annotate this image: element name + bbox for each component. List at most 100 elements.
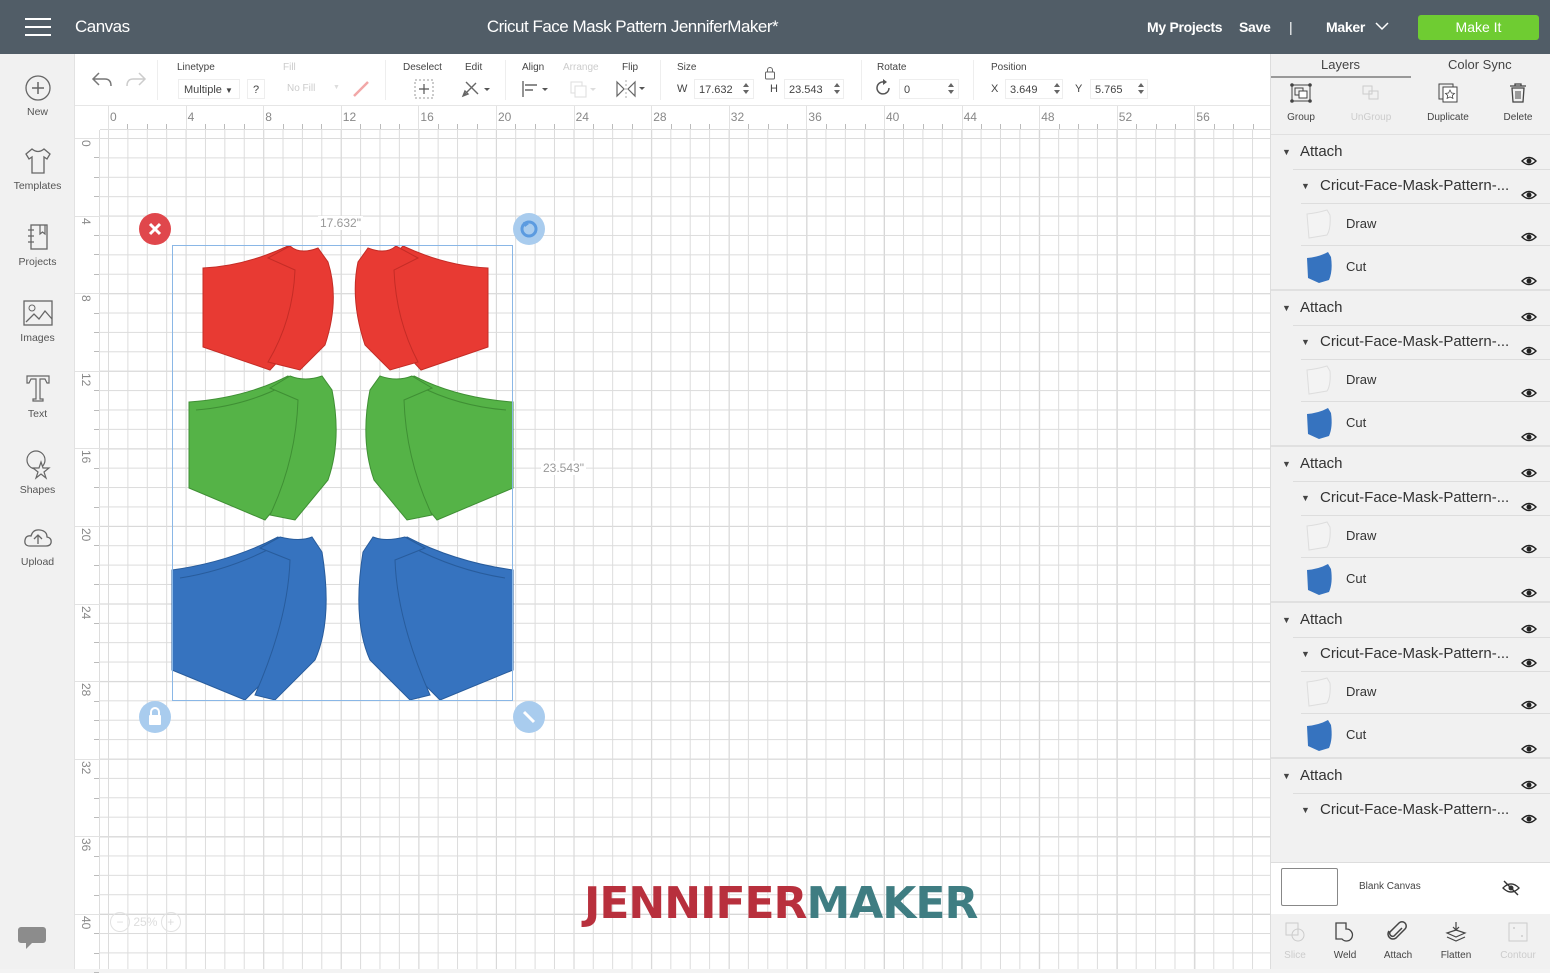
layer-draw[interactable]: Draw (1271, 359, 1550, 401)
layer-group-label: Attach (1300, 767, 1343, 784)
lock-proportions-handle[interactable] (139, 701, 171, 733)
jennifermaker-watermark: JENNIFERMAKER (584, 878, 978, 929)
layer-cut[interactable]: Cut (1271, 713, 1550, 757)
contour-button[interactable]: Contour (1490, 920, 1546, 961)
duplicate-button[interactable]: Duplicate (1418, 82, 1478, 123)
ungroup-label: UnGroup (1350, 112, 1392, 123)
width-readout: 17.632" (318, 216, 363, 230)
layer-draw[interactable]: Draw (1271, 203, 1550, 245)
layer-file[interactable]: ▼ Cricut-Face-Mask-Pattern-... (1271, 169, 1550, 203)
blank-canvas-label: Blank Canvas (1359, 881, 1421, 892)
slice-button[interactable]: Slice (1267, 920, 1323, 961)
duplicate-label: Duplicate (1427, 112, 1469, 123)
caret-down-icon[interactable]: ▼ (1282, 603, 1291, 637)
slice-label: Slice (1284, 950, 1306, 961)
layer-cut[interactable]: Cut (1271, 245, 1550, 289)
layer-cut-label: Cut (1346, 727, 1367, 742)
weld-label: Weld (1333, 950, 1357, 961)
delete-button[interactable]: Delete (1488, 82, 1548, 123)
active-tab-indicator (1271, 76, 1411, 78)
group-button[interactable]: Group (1271, 82, 1331, 123)
flatten-icon (1445, 922, 1467, 942)
blank-canvas-swatch[interactable] (1281, 868, 1338, 906)
draw-layer-thumbnail (1306, 521, 1331, 551)
make-it-button[interactable]: Make It (1418, 15, 1539, 40)
contour-icon (1508, 922, 1528, 942)
layer-cut-label: Cut (1346, 259, 1367, 274)
watermark-part2: MAKER (806, 878, 978, 929)
caret-down-icon[interactable]: ▼ (1301, 325, 1310, 359)
draw-layer-thumbnail (1306, 365, 1331, 395)
chevron-down-icon[interactable] (1375, 22, 1389, 31)
layer-file[interactable]: ▼ Cricut-Face-Mask-Pattern-... (1271, 793, 1550, 827)
zoom-level: 25% (133, 915, 158, 929)
lock-icon (149, 707, 161, 725)
layer-draw[interactable]: Draw (1271, 515, 1550, 557)
weld-button[interactable]: Weld (1317, 920, 1373, 961)
delete-handle[interactable] (139, 213, 171, 245)
cut-layer-thumbnail (1307, 720, 1332, 751)
layer-file[interactable]: ▼ Cricut-Face-Mask-Pattern-... (1271, 325, 1550, 359)
rotate-icon (520, 220, 538, 238)
layer-file-label: Cricut-Face-Mask-Pattern-... (1320, 645, 1510, 662)
flatten-button[interactable]: Flatten (1428, 920, 1484, 961)
layer-file[interactable]: ▼ Cricut-Face-Mask-Pattern-... (1271, 481, 1550, 515)
ungroup-button[interactable]: UnGroup (1341, 82, 1401, 123)
layers-panel: Layers Color Sync Group UnGroup Duplicat… (1270, 54, 1550, 969)
layer-group-label: Attach (1300, 455, 1343, 472)
draw-layer-thumbnail (1306, 209, 1331, 239)
layer-draw-label: Draw (1346, 684, 1377, 699)
machine-select[interactable]: Maker (1326, 19, 1365, 35)
tab-layers[interactable]: Layers (1321, 57, 1360, 72)
tab-color-sync[interactable]: Color Sync (1448, 57, 1512, 72)
layer-group-attach[interactable]: ▼ Attach (1271, 291, 1550, 325)
layer-file[interactable]: ▼ Cricut-Face-Mask-Pattern-... (1271, 637, 1550, 671)
selection-bounding-box[interactable] (172, 245, 513, 701)
layer-draw-label: Draw (1346, 372, 1377, 387)
layer-group-attach[interactable]: ▼ Attach (1271, 603, 1550, 637)
caret-down-icon[interactable]: ▼ (1301, 793, 1310, 827)
slice-icon (1285, 922, 1305, 942)
layer-draw[interactable]: Draw (1271, 671, 1550, 713)
layer-cut[interactable]: Cut (1271, 401, 1550, 445)
layer-group-label: Attach (1300, 143, 1343, 160)
resize-arrows-icon (522, 710, 536, 724)
delete-label: Delete (1503, 112, 1533, 123)
rotate-handle[interactable] (513, 213, 545, 245)
cut-layer-thumbnail (1307, 252, 1332, 283)
panel-tabs: Layers Color Sync (1271, 54, 1550, 78)
cut-layer-thumbnail (1307, 408, 1332, 439)
layer-group-attach[interactable]: ▼ Attach (1271, 135, 1550, 169)
layer-group-attach[interactable]: ▼ Attach (1271, 447, 1550, 481)
caret-down-icon[interactable]: ▼ (1282, 759, 1291, 793)
caret-down-icon[interactable]: ▼ (1301, 637, 1310, 671)
caret-down-icon[interactable]: ▼ (1301, 481, 1310, 515)
eye-icon[interactable] (1521, 804, 1537, 838)
layer-group-attach[interactable]: ▼ Attach (1271, 759, 1550, 793)
layer-group-label: Attach (1300, 611, 1343, 628)
layer-file-label: Cricut-Face-Mask-Pattern-... (1320, 177, 1510, 194)
close-icon (148, 222, 162, 236)
eye-hidden-icon[interactable] (1502, 880, 1520, 896)
zoom-in-button[interactable]: + (160, 912, 181, 932)
layers-list: ▼ Attach ▼ Cricut-Face-Mask-Pattern-... … (1271, 134, 1550, 862)
zoom-control: − 25% + (110, 912, 181, 932)
zoom-out-button[interactable]: − (110, 912, 130, 932)
caret-down-icon[interactable]: ▼ (1282, 135, 1291, 169)
duplicate-icon (1438, 83, 1458, 103)
resize-handle[interactable] (513, 701, 545, 733)
layer-draw-label: Draw (1346, 528, 1377, 543)
caret-down-icon[interactable]: ▼ (1301, 169, 1310, 203)
layer-cut-label: Cut (1346, 571, 1367, 586)
caret-down-icon[interactable]: ▼ (1282, 291, 1291, 325)
contour-label: Contour (1500, 950, 1536, 961)
draw-layer-thumbnail (1306, 677, 1331, 707)
layer-file-label: Cricut-Face-Mask-Pattern-... (1320, 801, 1510, 818)
layer-draw-label: Draw (1346, 216, 1377, 231)
blank-canvas-layer[interactable]: Blank Canvas (1271, 862, 1550, 914)
attach-button[interactable]: Attach (1370, 920, 1426, 961)
layer-group-label: Attach (1300, 299, 1343, 316)
layer-cut[interactable]: Cut (1271, 557, 1550, 601)
bottom-tools: Slice Weld Attach Flatten Contour (1271, 914, 1550, 969)
caret-down-icon[interactable]: ▼ (1282, 447, 1291, 481)
